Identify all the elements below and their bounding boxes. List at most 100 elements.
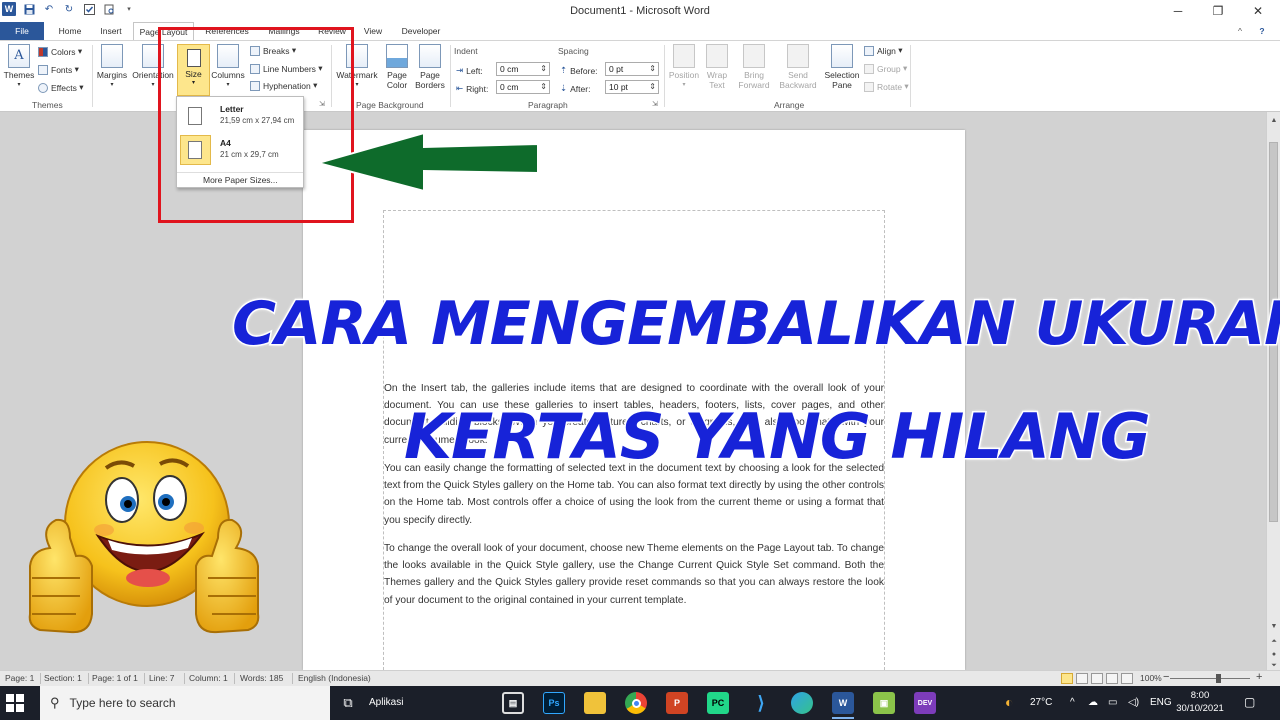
- customize-qat-icon[interactable]: ▾: [122, 2, 136, 16]
- outline-view-icon[interactable]: [1106, 673, 1118, 684]
- checkbox-icon[interactable]: [82, 2, 96, 16]
- android-icon[interactable]: ▣: [873, 692, 895, 714]
- indent-right-input[interactable]: 0 cm: [496, 80, 550, 94]
- close-icon[interactable]: ✕: [1238, 0, 1278, 22]
- restore-icon[interactable]: ❐: [1198, 0, 1238, 22]
- file-explorer-icon[interactable]: [584, 692, 606, 714]
- position-button[interactable]: Position ▾: [666, 44, 702, 90]
- page-count-indicator[interactable]: Page: 1 of 1: [92, 673, 138, 683]
- status-separator: [88, 673, 89, 684]
- notifications-icon[interactable]: ▢: [1244, 695, 1255, 709]
- search-icon: ⚲: [50, 695, 60, 710]
- undo-icon[interactable]: ↶: [42, 2, 56, 16]
- themes-button[interactable]: A Themes ▾: [4, 44, 34, 90]
- colors-icon: [38, 46, 48, 57]
- zoom-in-icon[interactable]: +: [1256, 671, 1262, 683]
- status-separator: [234, 673, 235, 684]
- search-placeholder: Type here to search: [69, 696, 176, 710]
- align-button[interactable]: Align ▾: [864, 45, 903, 56]
- colors-button[interactable]: Colors ▾: [38, 46, 82, 57]
- film-icon[interactable]: ▤: [502, 692, 524, 714]
- taskbar-search-input[interactable]: ⚲ Type here to search: [40, 686, 330, 720]
- paragraph-launcher-icon[interactable]: ⇲: [652, 100, 658, 108]
- photoshop-icon[interactable]: Ps: [543, 692, 565, 714]
- fonts-button[interactable]: Fonts ▾: [38, 64, 79, 75]
- volume-icon[interactable]: ◁): [1128, 697, 1139, 708]
- tab-file[interactable]: File: [0, 22, 44, 40]
- full-screen-view-icon[interactable]: [1076, 673, 1088, 684]
- dev-tool-icon[interactable]: DEV: [914, 692, 936, 714]
- minimize-ribbon-icon[interactable]: ^: [1232, 22, 1248, 40]
- vscode-icon[interactable]: ⟩: [750, 692, 772, 714]
- bring-forward-label: Bring: [744, 70, 764, 80]
- edge-icon[interactable]: [791, 692, 813, 714]
- save-icon[interactable]: [22, 2, 36, 16]
- spacing-before-input[interactable]: 0 pt: [605, 62, 659, 76]
- bring-forward-button[interactable]: Bring Forward: [734, 44, 774, 90]
- vertical-scrollbar[interactable]: ▲ ▼ ⏶ ● ⏷: [1266, 112, 1280, 670]
- taskbar-clock[interactable]: 8:00 30/10/2021: [1172, 689, 1228, 715]
- redo-icon[interactable]: ↻: [62, 2, 76, 16]
- spacing-after-input[interactable]: 10 pt: [605, 80, 659, 94]
- selection-pane-button[interactable]: Selection Pane: [822, 44, 862, 90]
- windows-start-icon[interactable]: [6, 694, 24, 714]
- tab-insert[interactable]: Insert: [92, 22, 130, 40]
- tab-view[interactable]: View: [356, 22, 390, 40]
- page-color-button[interactable]: Page Color: [382, 44, 412, 90]
- column-indicator[interactable]: Column: 1: [189, 673, 228, 683]
- weather-icon[interactable]: ◐: [1005, 694, 1013, 710]
- group-objects-button[interactable]: Group ▾: [864, 63, 907, 74]
- tray-overflow-icon[interactable]: ^: [1070, 697, 1075, 708]
- zoom-slider-thumb[interactable]: [1216, 674, 1221, 683]
- section-indicator[interactable]: Section: 1: [44, 673, 82, 683]
- word-count[interactable]: Words: 185: [240, 673, 283, 683]
- indent-right-label: ⇤ Right:: [456, 83, 489, 94]
- page-color-icon: [386, 44, 408, 68]
- weather-temperature[interactable]: 27°C: [1030, 697, 1052, 708]
- tab-home[interactable]: Home: [50, 22, 90, 40]
- status-separator: [40, 673, 41, 684]
- task-view-icon[interactable]: ⧉: [337, 692, 359, 714]
- wrap-text-button[interactable]: Wrap Text: [702, 44, 732, 90]
- cloud-icon[interactable]: ☁: [1088, 697, 1098, 708]
- indent-left-input[interactable]: 0 cm: [496, 62, 550, 76]
- word-taskbar-icon[interactable]: W: [832, 692, 854, 714]
- minimize-icon[interactable]: ─: [1158, 0, 1198, 22]
- zoom-level[interactable]: 100%: [1140, 673, 1162, 683]
- print-layout-view-icon[interactable]: [1061, 673, 1073, 684]
- page-borders-button[interactable]: Page Borders: [413, 44, 447, 90]
- page-indicator[interactable]: Page: 1: [5, 673, 34, 683]
- print-preview-icon[interactable]: [102, 2, 116, 16]
- quick-access-toolbar: W ↶ ↻ ▾: [2, 2, 136, 16]
- document-paragraph[interactable]: To change the overall look of your docum…: [384, 540, 884, 609]
- align-label: Align: [877, 45, 896, 56]
- language-indicator[interactable]: English (Indonesia): [298, 673, 371, 683]
- browse-object-icon[interactable]: ●: [1267, 648, 1280, 660]
- send-backward-button[interactable]: Send Backward: [776, 44, 820, 90]
- effects-button[interactable]: Effects ▾: [38, 82, 83, 93]
- network-icon[interactable]: ▭: [1108, 697, 1117, 708]
- scroll-up-icon[interactable]: ▲: [1267, 114, 1280, 126]
- line-indicator[interactable]: Line: 7: [149, 673, 175, 683]
- powerpoint-icon[interactable]: P: [666, 692, 688, 714]
- tab-developer[interactable]: Developer: [393, 22, 449, 40]
- position-label: Position: [668, 70, 700, 80]
- word-app-icon[interactable]: W: [2, 2, 16, 16]
- web-layout-view-icon[interactable]: [1091, 673, 1103, 684]
- zoom-out-icon[interactable]: −: [1163, 671, 1169, 683]
- input-language[interactable]: ENG: [1150, 697, 1172, 708]
- zoom-slider[interactable]: [1170, 678, 1250, 679]
- status-separator: [184, 673, 185, 684]
- scroll-down-icon[interactable]: ▼: [1267, 620, 1280, 632]
- draft-view-icon[interactable]: [1121, 673, 1133, 684]
- help-icon[interactable]: ?: [1254, 22, 1270, 40]
- margins-button[interactable]: Margins ▾: [95, 44, 129, 90]
- spacing-before-label: ⇡ Before:: [560, 65, 598, 76]
- pinned-folder-label[interactable]: Aplikasi: [369, 697, 403, 708]
- rotate-button[interactable]: Rotate ▾: [864, 81, 909, 92]
- chrome-icon[interactable]: [625, 692, 647, 714]
- pycharm-icon[interactable]: PC: [707, 692, 729, 714]
- group-objects-label: Group: [877, 63, 901, 74]
- page-borders-label-2: Borders: [415, 80, 445, 90]
- previous-page-icon[interactable]: ⏶: [1267, 636, 1280, 648]
